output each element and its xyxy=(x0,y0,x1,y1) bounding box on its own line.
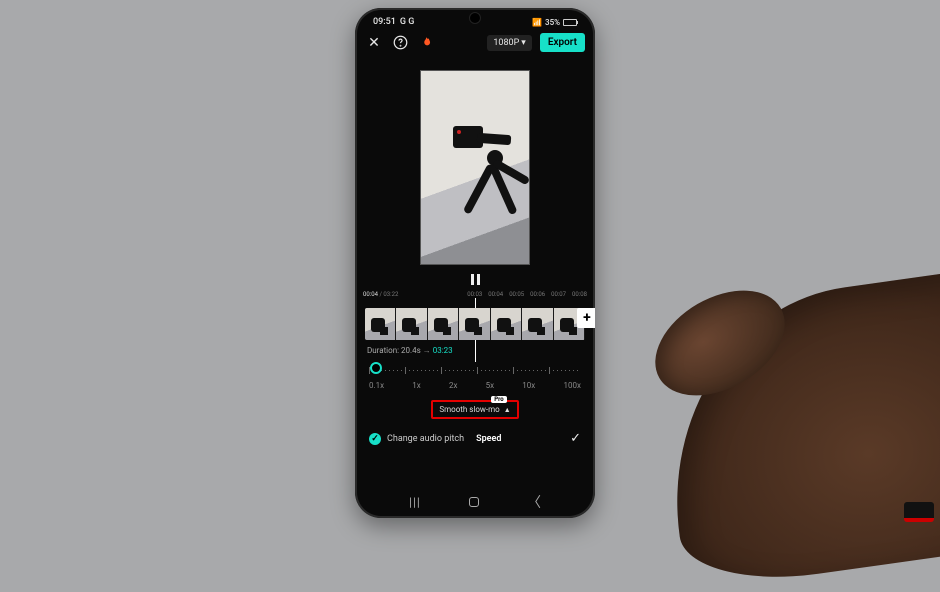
status-time: 09:51 xyxy=(373,17,396,27)
smooth-slowmo-label: Smooth slow-mo xyxy=(439,405,499,414)
video-preview[interactable] xyxy=(355,56,595,276)
speed-panel-footer: ✓ Change audio pitch Speed ✓ xyxy=(355,419,595,446)
smooth-slowmo-toggle[interactable]: Pro Smooth slow-mo ▲ xyxy=(431,400,518,419)
battery-icon xyxy=(563,19,577,26)
pro-badge: Pro xyxy=(491,396,506,403)
audio-pitch-toggle[interactable]: ✓ xyxy=(369,433,381,445)
preview-frame xyxy=(420,70,530,265)
resolution-label: 1080P xyxy=(493,38,519,48)
android-nav-bar: ||| 〈 xyxy=(355,492,595,512)
pause-button[interactable] xyxy=(355,274,595,285)
flame-icon[interactable] xyxy=(417,34,435,52)
editor-top-bar: ✕ 1080P ▾ Export xyxy=(355,29,595,56)
confirm-button[interactable]: ✓ xyxy=(570,431,581,446)
resolution-button[interactable]: 1080P ▾ xyxy=(487,35,531,51)
panel-title: Speed xyxy=(476,434,501,444)
speed-scale: 0.1x 1x 2x 5x 10x 100x xyxy=(369,381,581,390)
phone-frame: 09:51 G G 📶 35% ✕ 1080P ▾ Export xyxy=(355,8,595,518)
total-time: 03:22 xyxy=(383,291,398,298)
nav-recents[interactable]: ||| xyxy=(409,495,421,509)
chevron-up-icon: ▲ xyxy=(504,406,511,414)
timeline-clip[interactable] xyxy=(365,308,585,340)
status-indicators: G G xyxy=(400,17,415,27)
signal-icon: 📶 xyxy=(532,18,542,27)
nav-back[interactable]: 〈 xyxy=(527,492,541,512)
nav-home[interactable] xyxy=(469,497,479,507)
export-button[interactable]: Export xyxy=(540,33,585,52)
battery-pct: 35% xyxy=(545,18,560,27)
chevron-down-icon: ▾ xyxy=(521,38,526,48)
help-icon[interactable] xyxy=(391,34,409,52)
speed-slider-handle[interactable] xyxy=(370,362,382,374)
close-icon[interactable]: ✕ xyxy=(365,34,383,52)
audio-pitch-label: Change audio pitch xyxy=(387,434,464,444)
camera-notch xyxy=(469,12,481,24)
add-clip-button[interactable]: + xyxy=(577,308,595,328)
playhead-time: 00:04 xyxy=(363,291,378,298)
watermark xyxy=(904,502,934,522)
